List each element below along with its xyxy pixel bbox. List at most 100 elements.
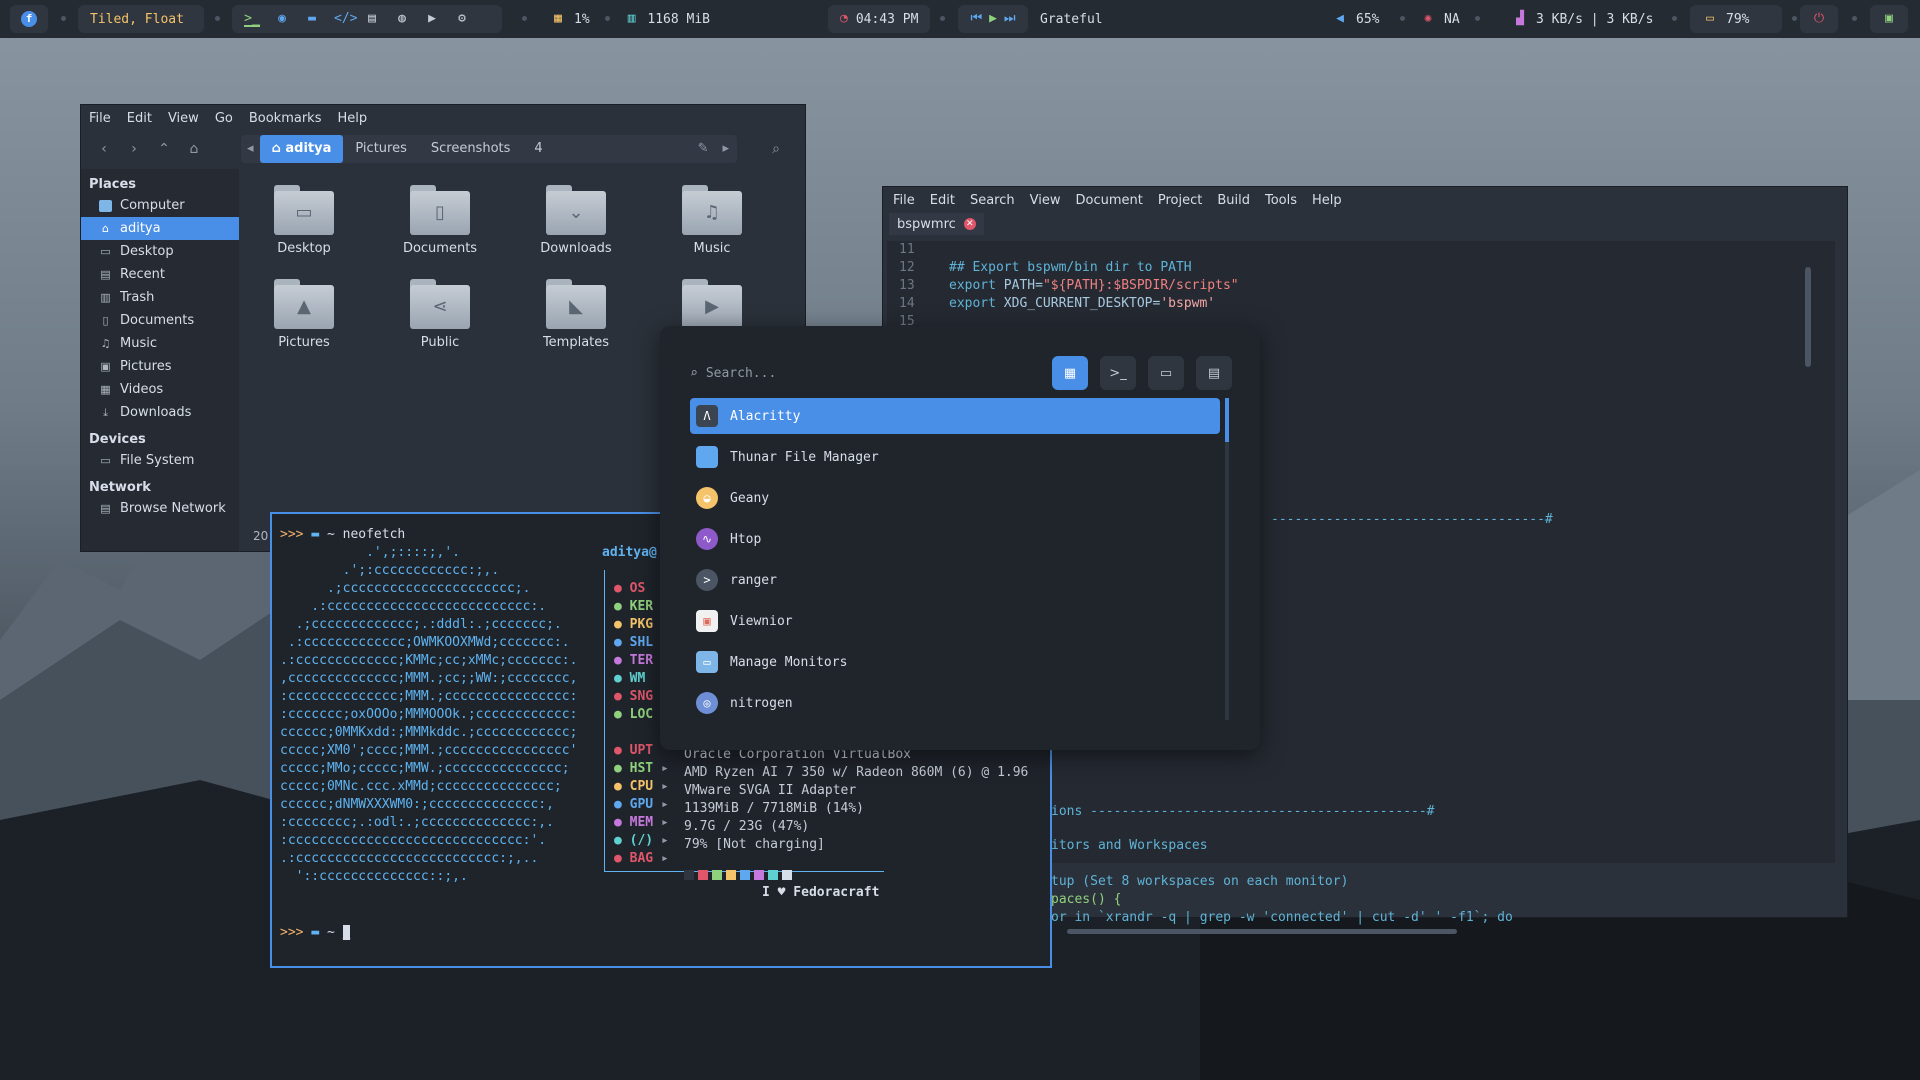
tab-bspwmrc[interactable]: bspwmrc ✕ — [889, 213, 984, 235]
ranger-icon: > — [696, 569, 718, 591]
close-tab-icon[interactable]: ✕ — [963, 218, 976, 230]
play-icon[interactable]: ▶ — [987, 11, 1000, 27]
geany-menu-help[interactable]: Help — [1312, 193, 1342, 208]
sidebar-label: Videos — [120, 382, 164, 397]
power-icon: ⏻ — [1813, 11, 1825, 26]
volume-widget[interactable]: ◀ 65% — [1320, 5, 1400, 33]
path-crumb-4[interactable]: 4 — [522, 135, 554, 163]
file-item-desktop[interactable]: ▭ Desktop — [249, 185, 359, 256]
sidebar-item-aditya[interactable]: ⌂ aditya — [81, 217, 239, 240]
clipboard-button[interactable]: ▣ — [1870, 5, 1908, 33]
clock-widget[interactable]: ◔ 04:43 PM — [828, 5, 930, 33]
edit-path-icon[interactable]: ✎ — [692, 135, 715, 163]
prompt-line: >>> ▬ ~ neofetch — [280, 526, 405, 544]
app-item-thunar[interactable]: Thunar File Manager — [690, 439, 1220, 475]
file-item-pictures[interactable]: ▲ Pictures — [249, 279, 359, 350]
code-line: paces() { — [1051, 892, 1122, 907]
files-mode-icon[interactable]: ▭ — [1148, 356, 1184, 390]
sidebar-item-browse-network[interactable]: ▤ Browse Network — [81, 497, 239, 520]
netspeed-icon: ▟ — [1516, 11, 1524, 26]
path-crumb-home[interactable]: ⌂ aditya — [259, 135, 344, 163]
info-key: ● TER — [614, 652, 653, 670]
run-mode-icon[interactable]: >_ — [1100, 356, 1136, 390]
settings-icon[interactable]: ⚙ — [454, 11, 470, 27]
launcher-button[interactable]: f — [10, 5, 48, 33]
app-item-htop[interactable]: ∿ Htop — [690, 521, 1220, 557]
fm-menu-go[interactable]: Go — [215, 111, 233, 126]
geany-menubar: File Edit Search View Document Project B… — [883, 187, 1847, 213]
command: neofetch — [342, 527, 406, 542]
vertical-scrollbar[interactable] — [1805, 267, 1811, 367]
geany-menu-edit[interactable]: Edit — [930, 193, 955, 208]
geany-menu-project[interactable]: Project — [1158, 193, 1202, 208]
path-crumb-pictures[interactable]: Pictures — [343, 135, 418, 163]
firefox-icon[interactable]: ◉ — [274, 11, 290, 27]
home-icon[interactable]: ⌂ — [179, 135, 209, 163]
sidebar-item-documents[interactable]: ▯ Documents — [81, 309, 239, 332]
network-widget[interactable]: ✺ NA — [1408, 5, 1478, 33]
geany-menu-build[interactable]: Build — [1217, 193, 1250, 208]
file-item-music[interactable]: ♫ Music — [657, 185, 767, 256]
up-icon[interactable]: ⌃ — [149, 135, 179, 163]
apps-mode-icon[interactable]: ▦ — [1052, 356, 1088, 390]
chat-icon[interactable]: ◍ — [394, 11, 410, 27]
sidebar-item-computer[interactable]: Computer — [81, 194, 239, 217]
launcher-scrollbar[interactable] — [1225, 398, 1229, 720]
sidebar-item-downloads[interactable]: ⤓ Downloads — [81, 401, 239, 424]
back-icon[interactable]: ‹ — [89, 135, 119, 163]
geany-menu-tools[interactable]: Tools — [1265, 193, 1297, 208]
file-item-documents[interactable]: ▯ Documents — [385, 185, 495, 256]
geany-menu-search[interactable]: Search — [970, 193, 1015, 208]
file-item-downloads[interactable]: ⌄ Downloads — [521, 185, 631, 256]
code-area: ## Export bspwm/bin dir to PATH export P… — [949, 241, 1829, 313]
file-item-public[interactable]: ⋖ Public — [385, 279, 495, 350]
cpu-value: 1% — [574, 11, 590, 27]
youtube-icon[interactable]: ▶ — [424, 11, 440, 27]
separator-dot — [605, 16, 610, 21]
next-icon[interactable]: ⏭ — [1003, 11, 1016, 27]
file-item-templates[interactable]: ◣ Templates — [521, 279, 631, 350]
sidebar-item-desktop[interactable]: ▭ Desktop — [81, 240, 239, 263]
geany-menu-file[interactable]: File — [893, 193, 915, 208]
terminal-icon[interactable]: >_ — [244, 11, 260, 27]
ascii-line: cccccc;dNMWXXXWM0:;cccccccccccccc:, — [280, 797, 554, 812]
app-item-monitors[interactable]: ▭ Manage Monitors — [690, 644, 1220, 680]
path-left-arrow-icon[interactable]: ◂ — [241, 135, 260, 163]
power-button[interactable]: ⏻ — [1800, 5, 1838, 33]
scrollbar-thumb[interactable] — [1225, 398, 1229, 442]
app-item-alacritty[interactable]: Λ Alacritty — [690, 398, 1220, 434]
geany-menu-view[interactable]: View — [1030, 193, 1061, 208]
info-key: ● PKG — [614, 616, 653, 634]
layout-indicator[interactable]: Tiled, Float — [78, 5, 204, 33]
sidebar-item-music[interactable]: ♫ Music — [81, 332, 239, 355]
app-item-viewnior[interactable]: ▣ Viewnior — [690, 603, 1220, 639]
fm-menu-file[interactable]: File — [89, 111, 111, 126]
search-icon[interactable]: ⌕ — [761, 135, 791, 163]
info-key: ● HST ▸ — [614, 760, 669, 778]
sidebar-item-recent[interactable]: ▤ Recent — [81, 263, 239, 286]
path-right-arrow-icon[interactable]: ▸ — [714, 135, 737, 163]
notes-icon[interactable]: ▤ — [364, 11, 380, 27]
launcher-search[interactable]: ⌕ Search... — [690, 358, 990, 388]
fm-menu-help[interactable]: Help — [337, 111, 367, 126]
code-icon[interactable]: </> — [334, 11, 357, 27]
fm-menu-edit[interactable]: Edit — [127, 111, 152, 126]
previous-icon[interactable]: ⏮ — [970, 11, 983, 27]
path-crumb-screenshots[interactable]: Screenshots — [419, 135, 523, 163]
folder-icon[interactable]: ▬ — [304, 11, 320, 27]
sidebar-item-videos[interactable]: ▦ Videos — [81, 378, 239, 401]
app-item-nitrogen[interactable]: ◎ nitrogen — [690, 685, 1220, 721]
app-item-geany[interactable]: ◒ Geany — [690, 480, 1220, 516]
fm-menu-view[interactable]: View — [168, 111, 199, 126]
horizontal-scrollbar[interactable] — [1067, 929, 1457, 934]
sidebar-item-trash[interactable]: ▥ Trash — [81, 286, 239, 309]
windows-mode-icon[interactable]: ▤ — [1196, 356, 1232, 390]
forward-icon[interactable]: › — [119, 135, 149, 163]
sidebar-item-pictures[interactable]: ▣ Pictures — [81, 355, 239, 378]
sidebar-item-filesystem[interactable]: ▭ File System — [81, 449, 239, 472]
app-item-ranger[interactable]: > ranger — [690, 562, 1220, 598]
geany-menu-document[interactable]: Document — [1075, 193, 1142, 208]
search-input[interactable]: Search... — [706, 366, 776, 381]
fm-menu-bookmarks[interactable]: Bookmarks — [249, 111, 322, 126]
music-icon: ♫ — [100, 336, 111, 350]
